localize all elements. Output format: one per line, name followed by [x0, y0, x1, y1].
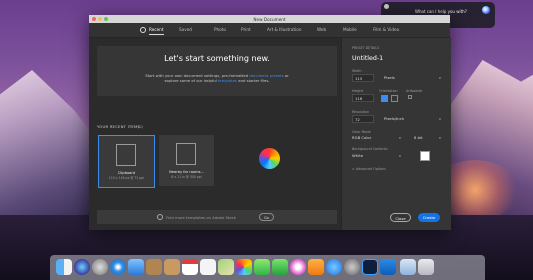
calendar-icon[interactable] [182, 259, 198, 275]
document-thumbnail-icon [116, 144, 136, 166]
maps-icon[interactable] [218, 259, 234, 275]
welcome-text-part: and starter files. [237, 78, 270, 84]
close-button[interactable]: Close [390, 213, 411, 222]
window-title: New Document [253, 16, 286, 22]
preset-details-panel: PRESET DETAILS Untitled-1 Width 115 Pixe… [341, 38, 451, 230]
background-label: Background Contents [352, 147, 388, 151]
tab-film-video[interactable]: Film & Video [373, 27, 399, 32]
recent-item-card[interactable]: Clipboard 115 x 116 px @ 72 ppi [98, 135, 155, 188]
search-icon [157, 214, 163, 220]
height-input[interactable]: 116 [352, 94, 374, 102]
siri-orb-icon[interactable] [482, 6, 490, 14]
title-bar[interactable]: New Document [89, 15, 450, 23]
bit-depth-value: 8 bit [414, 135, 423, 140]
chevron-down-icon: v [438, 136, 441, 140]
artboards-checkbox[interactable] [408, 95, 412, 99]
ibooks-icon[interactable] [308, 259, 324, 275]
recent-items-heading: YOUR RECENT ITEMS [97, 124, 141, 129]
notes-icon[interactable] [146, 259, 162, 275]
artboards-label: Artboards [406, 89, 423, 93]
tab-print[interactable]: Print [241, 27, 251, 32]
trash-icon[interactable] [418, 259, 434, 275]
recent-items-count: (2) [138, 124, 144, 129]
color-mode-select[interactable]: RGB Color v [352, 134, 402, 142]
chevron-down-icon: v [438, 117, 441, 121]
portrait-orientation-icon[interactable] [381, 95, 388, 102]
background-color-swatch[interactable] [420, 151, 430, 161]
recent-item-name: Nearby for rooms... [169, 170, 204, 174]
launchpad-icon[interactable] [92, 259, 108, 275]
height-label: Height [352, 89, 363, 93]
siri-close-icon[interactable] [384, 4, 389, 9]
tab-web[interactable]: Web [317, 27, 326, 32]
background-select[interactable]: White v [352, 152, 402, 160]
safari-icon[interactable] [110, 259, 126, 275]
active-tab-indicator [149, 34, 164, 35]
siri-prompt: What can I help you with? [415, 9, 467, 14]
downloads-icon[interactable] [400, 259, 416, 275]
tab-mobile[interactable]: Mobile [343, 27, 357, 32]
resolution-label: Resolution [352, 110, 370, 114]
tab-saved[interactable]: Saved [179, 27, 192, 32]
orientation-label: Orientation [379, 89, 398, 93]
tab-photo[interactable]: Photo [214, 27, 226, 32]
appstore-icon[interactable] [326, 259, 342, 275]
chevron-down-icon: v [398, 136, 401, 140]
recent-item-name: Clipboard [117, 171, 136, 175]
advanced-options-toggle[interactable]: > Advanced Options [352, 167, 386, 171]
templates-link[interactable]: templates [218, 78, 237, 83]
outlook-icon[interactable] [380, 259, 396, 275]
contacts-icon[interactable] [164, 259, 180, 275]
preset-details-label: PRESET DETAILS [352, 46, 380, 50]
templates-pane: Let's start something new. Start with yo… [89, 38, 341, 230]
welcome-banner: Let's start something new. Start with yo… [97, 46, 337, 96]
itunes-icon[interactable] [290, 259, 306, 275]
tab-art-illustration[interactable]: Art & Illustration [267, 27, 302, 32]
welcome-text-part: explore some of our helpful [164, 78, 218, 84]
landscape-orientation-icon[interactable] [391, 95, 398, 102]
width-unit-value: Pixels [384, 75, 395, 80]
dock [50, 255, 485, 280]
document-name-field[interactable]: Untitled-1 [352, 55, 383, 62]
document-thumbnail-icon [176, 143, 196, 165]
go-button[interactable]: Go [259, 212, 274, 221]
photos-icon[interactable] [236, 259, 252, 275]
loading-color-wheel-icon [259, 148, 280, 169]
photoshop-icon[interactable] [362, 259, 378, 275]
width-unit-select[interactable]: Pixels v [384, 74, 442, 82]
create-button[interactable]: Create [418, 213, 440, 222]
clock-icon [140, 27, 146, 33]
bit-depth-select[interactable]: 8 bit v [414, 134, 442, 142]
resolution-unit-select[interactable]: Pixels/Inch v [384, 115, 442, 123]
new-document-dialog: New Document Recent Saved Photo Print Ar… [89, 15, 451, 230]
stock-search-bar[interactable]: Find more templates on Adobe Stock Go [97, 210, 337, 224]
mail-icon[interactable] [128, 259, 144, 275]
welcome-text-part: or [283, 73, 289, 78]
recent-item-card[interactable]: Nearby for rooms... 8 x 11 in @ 300 ppi [159, 135, 214, 186]
tab-recent[interactable]: Recent [149, 27, 163, 32]
background-value: White [352, 153, 364, 158]
reminders-icon[interactable] [200, 259, 216, 275]
resolution-input[interactable]: 72 [352, 115, 374, 123]
preferences-icon[interactable] [344, 259, 360, 275]
chevron-down-icon: v [438, 76, 441, 80]
width-input[interactable]: 115 [352, 74, 374, 82]
finder-icon[interactable] [56, 259, 72, 275]
category-tabs: Recent Saved Photo Print Art & Illustrat… [89, 23, 450, 38]
siri-icon[interactable] [74, 259, 90, 275]
color-mode-value: RGB Color [352, 135, 372, 140]
welcome-text: Start with your own document settings, p… [127, 73, 307, 83]
chevron-down-icon: v [398, 154, 401, 158]
welcome-heading: Let's start something new. [164, 54, 270, 63]
stock-search-input[interactable]: Find more templates on Adobe Stock [166, 215, 236, 220]
resolution-unit-value: Pixels/Inch [384, 116, 405, 121]
messages-icon[interactable] [254, 259, 270, 275]
recent-item-meta: 115 x 116 px @ 72 ppi [108, 176, 145, 180]
recent-item-meta: 8 x 11 in @ 300 ppi [171, 175, 202, 179]
facetime-icon[interactable] [272, 259, 288, 275]
width-label: Width [352, 69, 362, 73]
